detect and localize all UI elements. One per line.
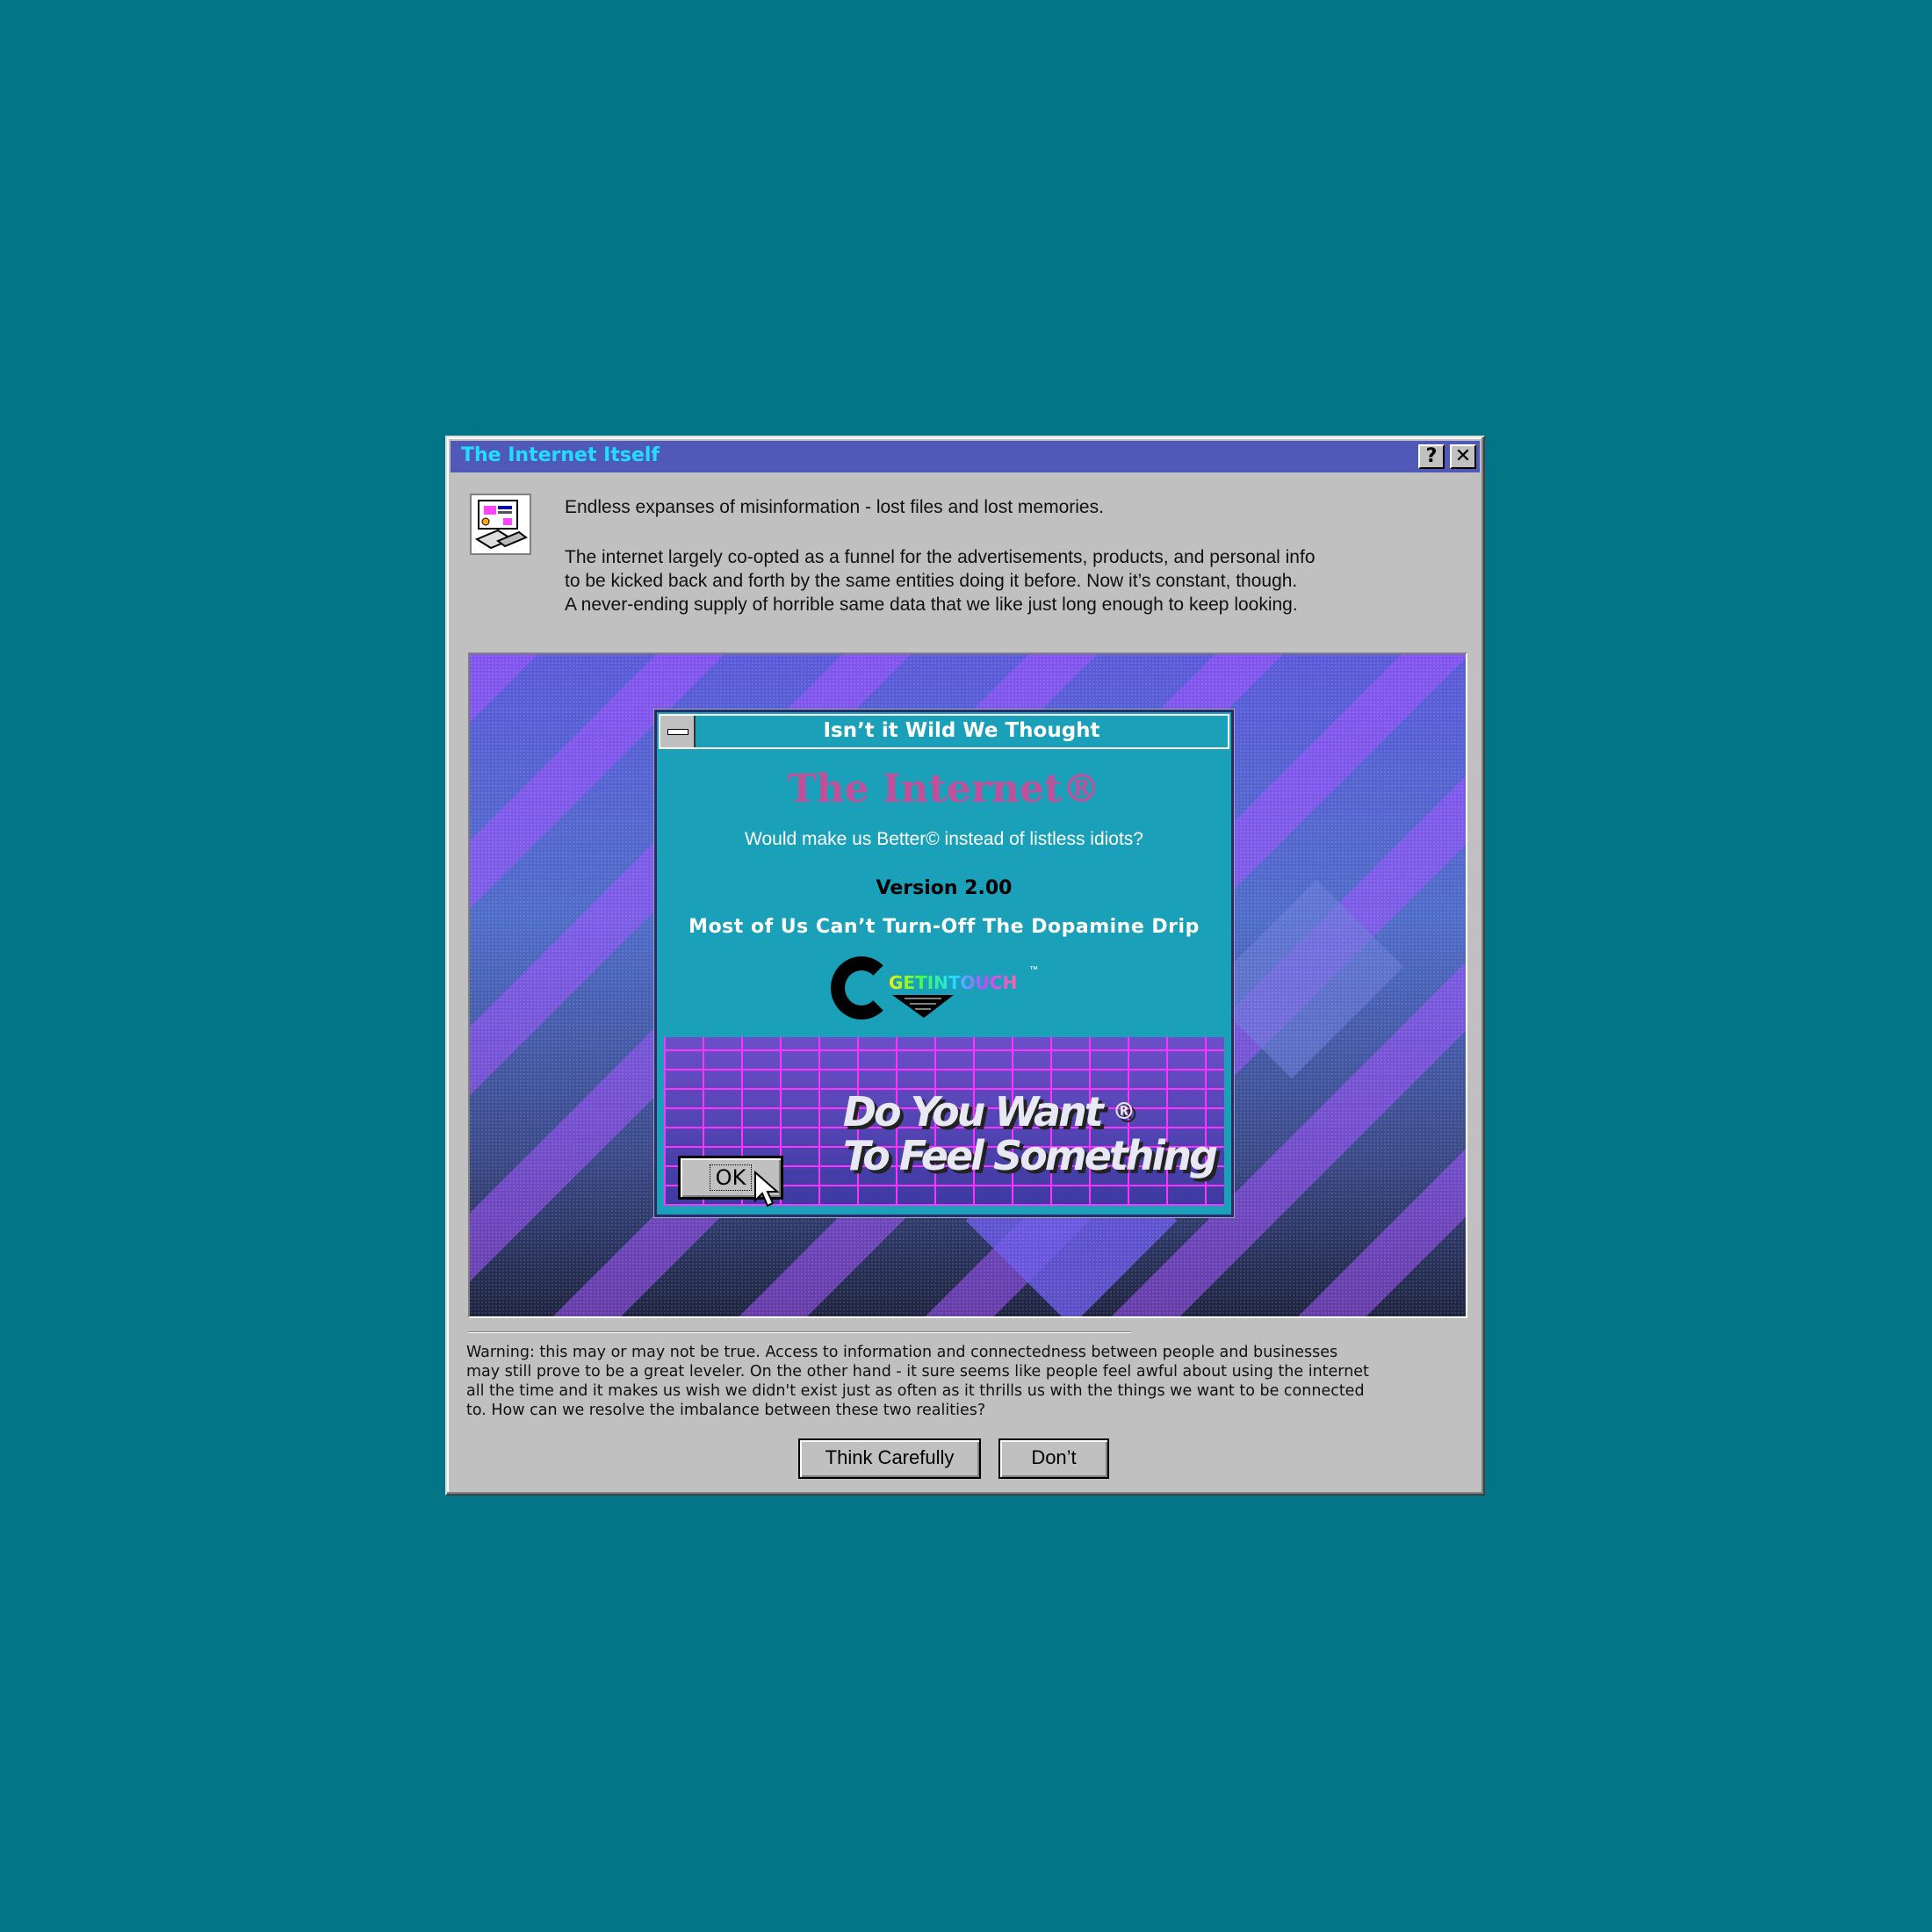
system-menu-icon[interactable] — [660, 716, 696, 747]
description-line: A never-ending supply of horrible same d… — [565, 595, 1298, 615]
think-carefully-label: Think Carefully — [825, 1446, 955, 1468]
slogan: Do You Want ® To Feel Something — [842, 1088, 1218, 1179]
ok-label: OK — [709, 1164, 753, 1191]
dont-label: Don’t — [1031, 1446, 1077, 1468]
help-button[interactable]: ? — [1418, 444, 1445, 469]
window-title: The Internet Itself — [461, 444, 660, 466]
description-line: The internet largely co-opted as a funne… — [565, 547, 1316, 567]
close-button[interactable]: ✕ — [1450, 444, 1476, 469]
warning-text: Warning: this may or may not be true. Ac… — [466, 1344, 1369, 1419]
version-label: Version 2.00 — [876, 877, 1013, 899]
separator — [468, 1331, 1131, 1333]
brand-title: The Internet® — [787, 767, 1101, 811]
mouse-cursor-icon — [754, 1171, 780, 1208]
network-computer-icon — [470, 494, 531, 555]
dialog-question: Would make us Better© instead of listles… — [745, 829, 1143, 849]
description-line: to be kicked back and forth by the same … — [565, 571, 1298, 591]
dialog-title: Isn’t it Wild We Thought — [823, 719, 1100, 742]
logo-trademark: ™ — [1029, 965, 1038, 975]
description: Endless expanses of misinformation - los… — [565, 495, 1443, 616]
about-dialog: Isn’t it Wild We Thought The Internet® W… — [654, 710, 1234, 1217]
logo-pyramid-icon — [892, 995, 954, 1018]
slogan-line: Do You Want — [842, 1088, 1104, 1135]
title-bar[interactable]: The Internet Itself ? ✕ — [451, 441, 1480, 472]
slogan-registered: ® — [1112, 1099, 1135, 1125]
logo-wordmark: GETINTOUCH — [889, 972, 1018, 993]
tagline: Most of Us Can’t Turn-Off The Dopamine D… — [688, 916, 1200, 938]
think-carefully-button[interactable]: Think Carefully — [798, 1438, 981, 1479]
dont-button[interactable]: Don’t — [998, 1438, 1109, 1479]
description-line: Endless expanses of misinformation - los… — [565, 497, 1104, 517]
getintouch-logo: GETINTOUCH ™ — [831, 956, 1050, 1027]
dialog-title-bar[interactable]: Isn’t it Wild We Thought — [659, 714, 1229, 749]
slogan-line: To Feel Something — [842, 1132, 1218, 1179]
logo-c-mark — [831, 956, 892, 1020]
